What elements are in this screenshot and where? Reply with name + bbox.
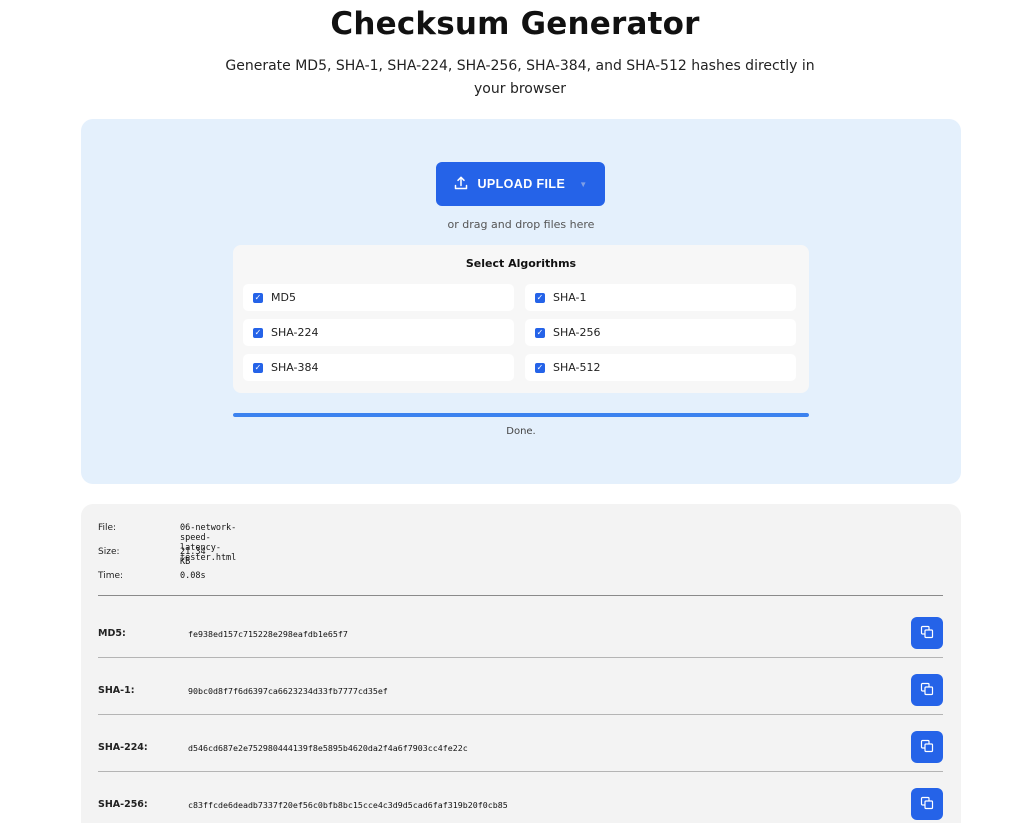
algorithm-option-label: SHA-256 bbox=[553, 326, 601, 339]
algorithm-option-sha1[interactable]: ✓ SHA-1 bbox=[525, 284, 796, 311]
algorithm-option-sha384[interactable]: ✓ SHA-384 bbox=[243, 354, 514, 381]
algorithm-option-label: SHA-384 bbox=[271, 361, 319, 374]
copy-icon bbox=[920, 739, 934, 756]
copy-md5-button[interactable] bbox=[911, 617, 943, 649]
algorithm-option-sha512[interactable]: ✓ SHA-512 bbox=[525, 354, 796, 381]
divider bbox=[98, 771, 943, 772]
results-panel: File: 06-network-speed-latency-tester.ht… bbox=[81, 504, 961, 823]
size-label: Size: bbox=[98, 547, 120, 557]
upload-button-label: UPLOAD FILE bbox=[477, 177, 566, 191]
file-size: 21.34 KB bbox=[180, 547, 206, 567]
upload-icon bbox=[453, 175, 469, 194]
time-label: Time: bbox=[98, 571, 124, 581]
checkbox-checked[interactable]: ✓ bbox=[535, 327, 545, 338]
hash-value-sha256[interactable]: c83ffcde6deadb7337f20ef56c0bfb8bc15cce4c… bbox=[188, 800, 508, 810]
hash-value-sha1[interactable]: 90bc0d8f7f6d6397ca6623234d33fb7777cd35ef bbox=[188, 686, 388, 696]
page-title: Checksum Generator bbox=[330, 6, 700, 42]
progress-bar bbox=[233, 413, 809, 417]
copy-sha1-button[interactable] bbox=[911, 674, 943, 706]
hash-label-md5: MD5: bbox=[98, 628, 126, 639]
algorithm-option-sha256[interactable]: ✓ SHA-256 bbox=[525, 319, 796, 346]
upload-panel[interactable]: UPLOAD FILE ▼ or drag and drop files her… bbox=[81, 119, 961, 484]
page-subtitle: Generate MD5, SHA-1, SHA-224, SHA-256, S… bbox=[225, 58, 815, 97]
algorithm-selector: Select Algorithms ✓ MD5 ✓ SHA-1 ✓ SHA-22… bbox=[233, 245, 809, 393]
copy-icon bbox=[920, 796, 934, 813]
checkbox-checked[interactable]: ✓ bbox=[253, 292, 263, 303]
file-label: File: bbox=[98, 523, 117, 533]
algorithm-option-label: SHA-512 bbox=[553, 361, 601, 374]
copy-icon bbox=[920, 682, 934, 699]
drop-hint: or drag and drop files here bbox=[447, 218, 595, 231]
copy-sha256-button[interactable] bbox=[911, 788, 943, 820]
checkbox-checked[interactable]: ✓ bbox=[253, 362, 263, 373]
algorithm-option-label: MD5 bbox=[271, 291, 296, 304]
hash-value-sha224[interactable]: d546cd687e2e752980444139f8e5895b4620da2f… bbox=[188, 743, 468, 753]
copy-sha224-button[interactable] bbox=[911, 731, 943, 763]
algorithm-option-sha224[interactable]: ✓ SHA-224 bbox=[243, 319, 514, 346]
checkbox-checked[interactable]: ✓ bbox=[253, 327, 263, 338]
elapsed-time: 0.08s bbox=[180, 571, 206, 581]
divider bbox=[98, 714, 943, 715]
hash-label-sha224: SHA-224: bbox=[98, 742, 148, 753]
progress-bar-fill bbox=[233, 413, 809, 417]
chevron-down-icon: ▼ bbox=[579, 179, 588, 189]
algorithm-option-md5[interactable]: ✓ MD5 bbox=[243, 284, 514, 311]
progress-status: Done. bbox=[506, 426, 536, 437]
upload-file-button[interactable]: UPLOAD FILE ▼ bbox=[436, 162, 605, 206]
algorithm-option-label: SHA-224 bbox=[271, 326, 319, 339]
algorithm-option-label: SHA-1 bbox=[553, 291, 587, 304]
algorithm-selector-title: Select Algorithms bbox=[465, 257, 577, 270]
hash-label-sha1: SHA-1: bbox=[98, 685, 135, 696]
page: Checksum Generator Generate MD5, SHA-1, … bbox=[0, 0, 1030, 823]
hash-value-md5[interactable]: fe938ed157c715228e298eafdb1e65f7 bbox=[188, 629, 348, 639]
copy-icon bbox=[920, 625, 934, 642]
hash-label-sha256: SHA-256: bbox=[98, 799, 148, 810]
checkbox-checked[interactable]: ✓ bbox=[535, 362, 545, 373]
divider bbox=[98, 657, 943, 658]
divider bbox=[98, 595, 943, 596]
checkbox-checked[interactable]: ✓ bbox=[535, 292, 545, 303]
